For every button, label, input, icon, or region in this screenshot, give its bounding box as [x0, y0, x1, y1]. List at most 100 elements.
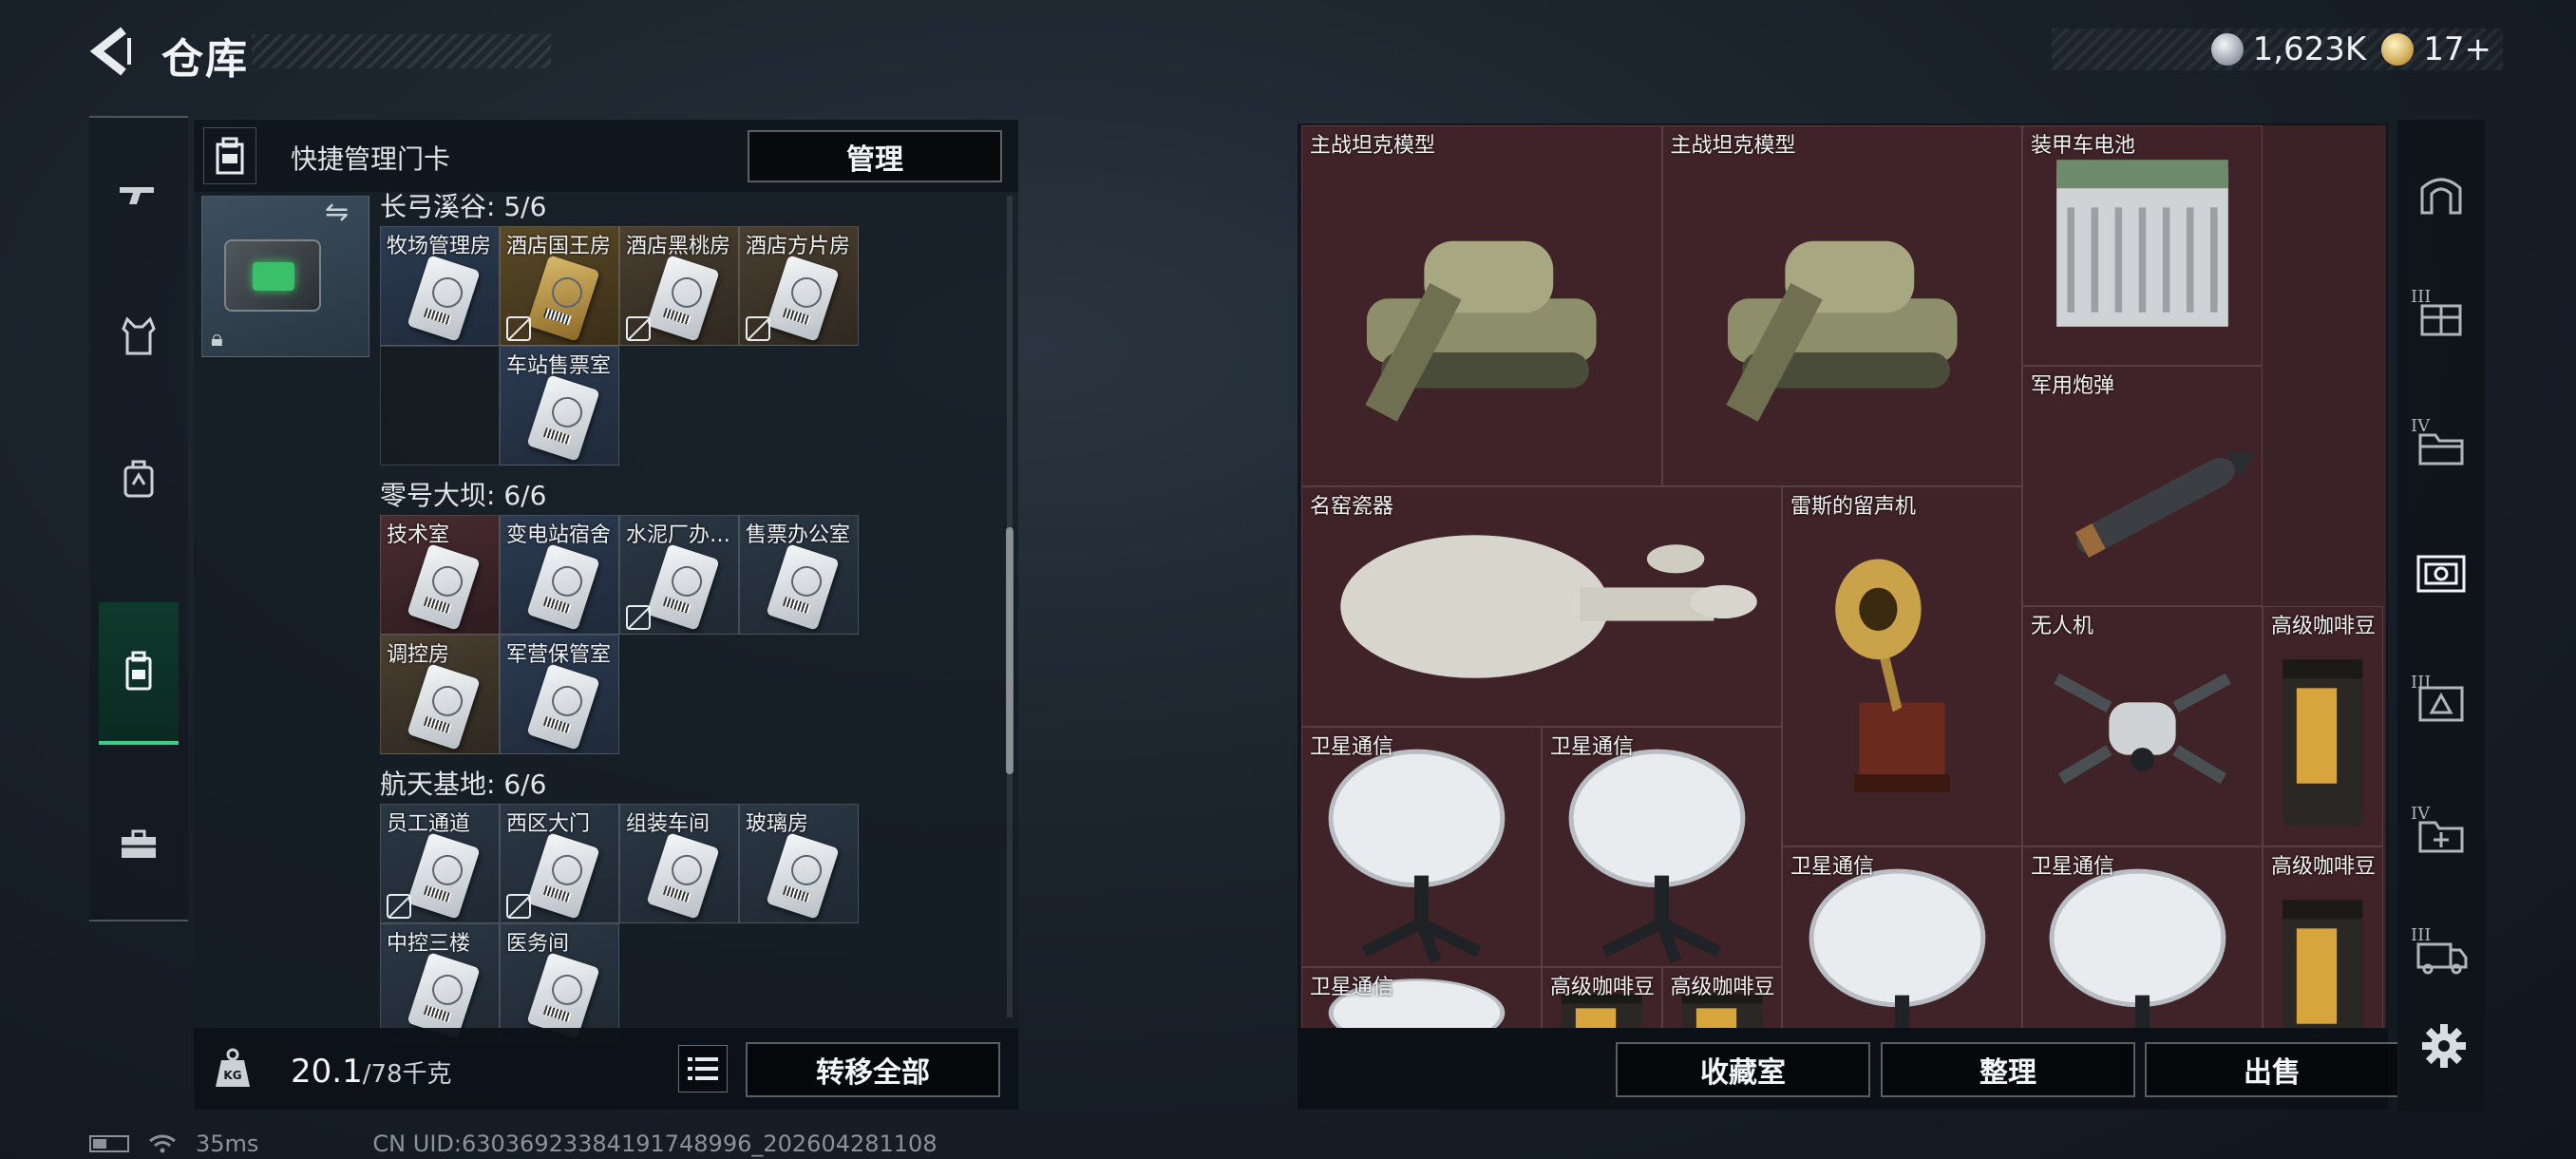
lock-icon: 🔒︎ — [211, 325, 223, 352]
storage-item[interactable]: 卫星通信 — [1301, 966, 1542, 1028]
silver-currency-value: 1,623K — [2252, 30, 2367, 68]
keycard-label: 组装车间 — [626, 812, 710, 836]
keycard-label: 酒店黑桃房 — [626, 235, 731, 258]
tab-armor[interactable] — [99, 265, 179, 408]
title-decoration — [252, 34, 551, 68]
keycard-slot[interactable]: 售票办公室 — [739, 515, 859, 635]
storage-item[interactable]: 高级咖啡豆 — [2263, 846, 2383, 1028]
satellite-dish-image — [1328, 749, 1506, 963]
gold-coin-icon — [2381, 33, 2415, 66]
storage-item[interactable]: 卫星通信 — [1301, 726, 1542, 967]
swap-icon[interactable]: ⇋ — [325, 196, 361, 230]
back-arrow-icon[interactable] — [87, 25, 135, 78]
keycard-slot[interactable]: 调控房 — [380, 635, 500, 754]
keycard-label: 车站售票室 — [506, 354, 612, 378]
keycard-slot[interactable]: 车站售票室 — [500, 346, 619, 466]
keycard-slot[interactable]: 中控三楼 — [380, 923, 500, 1043]
keycard-label: 技术室 — [387, 523, 450, 547]
keycard-label: 变电站宿舍 — [506, 523, 612, 547]
keycard-slot[interactable]: 牧场管理房 — [380, 226, 500, 346]
collection-room-button[interactable]: 收藏室 — [1616, 1042, 1870, 1097]
storage-collection-icon — [2416, 555, 2466, 593]
quick-manage-title: 快捷管理门卡 — [291, 143, 451, 175]
restricted-icon — [387, 894, 411, 919]
storage-item[interactable]: 高级咖啡豆 — [1661, 966, 1782, 1028]
storage-tab[interactable]: III — [2405, 918, 2477, 990]
sort-button[interactable]: 整理 — [1881, 1042, 2135, 1097]
keycard-slot[interactable]: 西区大门 — [500, 804, 619, 923]
gear-icon[interactable] — [2420, 1022, 2468, 1070]
storage-item[interactable]: 名窑瓷器 — [1301, 485, 1782, 727]
keycard-label: 员工通道 — [387, 812, 471, 836]
vest-icon — [122, 316, 156, 355]
keycard-slot[interactable]: 酒店国王房 — [500, 226, 619, 346]
storage-tab[interactable]: III — [2405, 279, 2477, 352]
keycard-slot[interactable]: 水泥厂办… — [619, 515, 739, 635]
storage-tab[interactable]: III — [2405, 665, 2477, 737]
sell-button[interactable]: 出售 — [2145, 1042, 2399, 1097]
storage-item-label: 高级咖啡豆 — [2271, 855, 2377, 879]
keycard-label: 酒店方片房 — [746, 235, 851, 258]
weight-max: /78千克 — [362, 1060, 452, 1089]
storage-item[interactable]: 主战坦克模型 — [1301, 125, 1662, 486]
left-tab-rail — [89, 116, 188, 922]
storage-item-label: 主战坦克模型 — [1670, 134, 1796, 158]
keycard-slot[interactable]: 酒店方片房 — [739, 226, 859, 346]
transfer-all-button[interactable]: 转移全部 — [746, 1042, 1000, 1097]
battery-image — [2056, 160, 2228, 327]
tab-level-label: III — [2411, 673, 2432, 693]
keycard-slot[interactable]: 员工通道 — [380, 804, 500, 923]
keycard-slot[interactable]: 军营保管室 — [500, 635, 619, 754]
storage-item-label: 高级咖啡豆 — [1670, 975, 1775, 999]
tab-keycards[interactable] — [99, 602, 179, 745]
tab-backpack[interactable] — [99, 408, 179, 550]
storage-item[interactable]: 无人机 — [2022, 606, 2263, 846]
keycard-image — [407, 832, 481, 920]
tab-level-label: IV — [2411, 416, 2431, 436]
section-title: 长弓溪谷: 5/6 — [380, 191, 547, 222]
storage-item[interactable]: 高级咖啡豆 — [2263, 606, 2383, 846]
keycard-label: 军营保管室 — [506, 643, 612, 667]
storage-item[interactable]: 卫星通信 — [2022, 846, 2263, 1028]
page-title: 仓库 — [161, 35, 249, 84]
keycard-image — [646, 543, 720, 631]
restricted-icon — [506, 316, 531, 341]
storage-item[interactable]: 高级咖啡豆 — [1542, 966, 1662, 1028]
list-icon — [688, 1057, 718, 1080]
scrollbar-thumb[interactable] — [1006, 527, 1013, 774]
storage-item-label: 雷斯的留声机 — [1790, 494, 1917, 519]
storage-tab[interactable]: IV — [2405, 408, 2477, 481]
keycard-label: 中控三楼 — [387, 932, 471, 956]
keycard-slot[interactable]: 技术室 — [380, 515, 500, 635]
keycard-image — [526, 543, 600, 631]
storage-tab[interactable] — [2405, 158, 2477, 230]
backpack-icon — [123, 460, 154, 498]
keycard-image — [646, 255, 720, 342]
tab-toolbox[interactable] — [99, 773, 179, 916]
storage-item[interactable]: 卫星通信 — [1542, 726, 1782, 967]
storage-grid: 主战坦克模型 主战坦克模型 装甲车电池 军用炮弹 名窑瓷器 雷斯的留声机 无人机 高级咖啡豆卫… — [1301, 125, 2386, 1028]
keycard-slot[interactable]: 变电站宿舍 — [500, 515, 619, 635]
restricted-icon — [506, 894, 531, 919]
keycard-slot[interactable]: 医务间 — [500, 923, 619, 1043]
svg-text:KG: KG — [223, 1069, 241, 1082]
storage-item[interactable]: 雷斯的留声机 — [1782, 485, 2022, 846]
keycard-icon — [125, 651, 152, 691]
storage-item[interactable]: 装甲车电池 — [2022, 125, 2263, 366]
storage-tab[interactable] — [2405, 536, 2477, 608]
tab-weapons[interactable] — [99, 124, 179, 266]
storage-item[interactable]: 主战坦克模型 — [1661, 125, 2022, 486]
storage-item[interactable]: 卫星通信 — [1782, 846, 2022, 1028]
manage-button[interactable]: 管理 — [748, 130, 1002, 182]
section-title: 零号大坝: 6/6 — [380, 480, 547, 511]
storage-item[interactable]: 军用炮弹 — [2022, 366, 2263, 606]
keycard-slot[interactable]: 组装车间 — [619, 804, 739, 923]
status-bar: 35ms CN UID:6303692338419174899​6_202604… — [89, 1130, 938, 1157]
keycard-label: 水泥厂办… — [626, 523, 731, 547]
restricted-icon — [626, 605, 651, 630]
restricted-icon — [626, 316, 651, 341]
storage-tab[interactable]: IV — [2405, 796, 2477, 868]
keycard-slot[interactable]: 酒店黑桃房 — [619, 226, 739, 346]
keycard-slot[interactable]: 玻璃房 — [739, 804, 859, 923]
list-view-button[interactable] — [678, 1045, 728, 1092]
